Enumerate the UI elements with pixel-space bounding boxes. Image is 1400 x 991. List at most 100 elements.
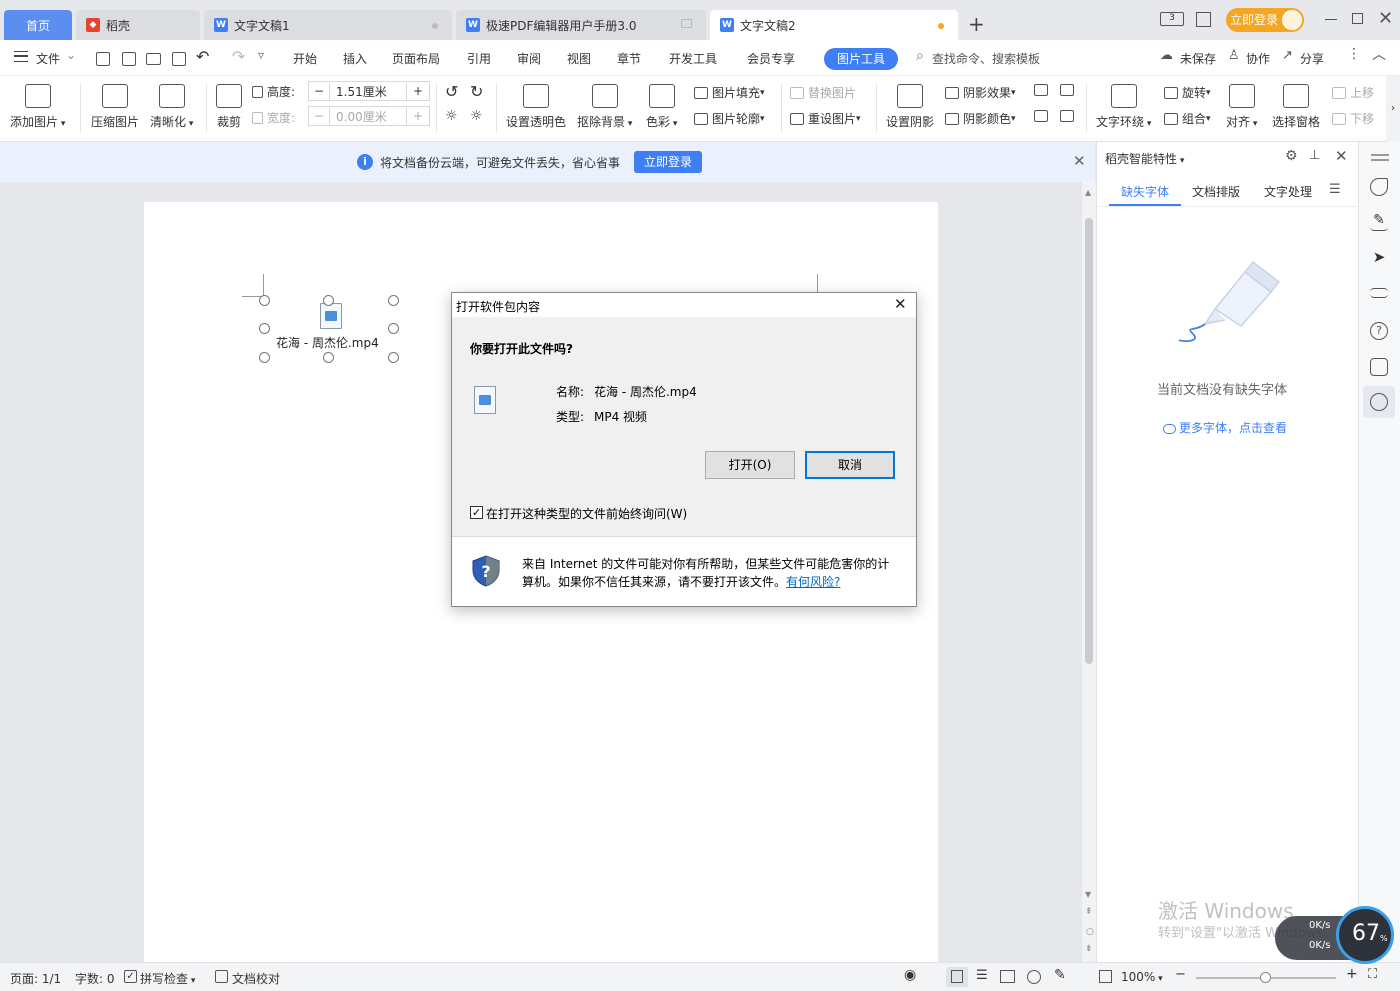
open-button[interactable]: 打开(O) bbox=[705, 451, 795, 479]
menu-layout[interactable]: 页面布局 bbox=[392, 50, 440, 67]
web-view-icon[interactable] bbox=[1027, 970, 1041, 984]
tab-daoke[interactable]: ◆ 稻壳 bbox=[76, 10, 200, 40]
customize-icon[interactable]: ▿ bbox=[258, 48, 264, 62]
spell-check[interactable]: 拼写检查 ▾ bbox=[140, 970, 195, 987]
add-picture-button[interactable]: 添加图片 ▾ bbox=[10, 82, 65, 130]
resize-handle[interactable] bbox=[323, 295, 334, 306]
crop-button[interactable]: 裁剪 bbox=[216, 82, 242, 130]
fit-page-icon[interactable] bbox=[1099, 970, 1112, 983]
resize-handle[interactable] bbox=[259, 352, 270, 363]
redo-icon[interactable]: ↷ bbox=[232, 47, 245, 66]
shadow-right-icon[interactable] bbox=[1060, 110, 1078, 122]
resize-handle[interactable] bbox=[388, 295, 399, 306]
rotate-right-icon[interactable]: ↻ bbox=[470, 82, 483, 101]
plus-icon[interactable]: + bbox=[407, 109, 429, 123]
select-browse-icon[interactable]: ○ bbox=[1086, 927, 1094, 937]
zoom-level[interactable]: 100% ▾ bbox=[1121, 970, 1163, 984]
sliders-icon[interactable] bbox=[1370, 288, 1388, 298]
tab-home[interactable]: 首页 bbox=[4, 10, 72, 40]
proofread[interactable]: 文档校对 bbox=[232, 970, 280, 987]
dialog-titlebar[interactable]: 打开软件包内容 ✕ bbox=[452, 293, 916, 317]
menu-start[interactable]: 开始 bbox=[293, 50, 317, 67]
always-ask-label[interactable]: 在打开这种类型的文件前始终询问(W) bbox=[486, 505, 687, 522]
tab-doc2[interactable]: W 文字文稿2 bbox=[710, 10, 958, 40]
menu-chapter[interactable]: 章节 bbox=[617, 50, 641, 67]
cancel-button[interactable]: 取消 bbox=[805, 451, 895, 479]
sharpen-button[interactable]: 清晰化 ▾ bbox=[150, 82, 193, 130]
screen-icon[interactable]: 3 bbox=[1160, 12, 1184, 26]
rocket-icon[interactable] bbox=[1370, 178, 1388, 196]
panel-title[interactable]: 稻壳智能特性 ▾ bbox=[1105, 150, 1184, 167]
plus-icon[interactable]: + bbox=[407, 84, 429, 98]
menu-view[interactable]: 视图 bbox=[567, 50, 591, 67]
write-mode-icon[interactable]: ✎ bbox=[1054, 967, 1066, 983]
risk-link[interactable]: 有何风险? bbox=[786, 575, 840, 589]
more-fonts-link[interactable]: 更多字体，点击查看 bbox=[1163, 419, 1287, 436]
width-stepper[interactable]: − 0.00厘米 + bbox=[308, 106, 430, 126]
resize-handle[interactable] bbox=[388, 323, 399, 334]
notice-login-button[interactable]: 立即登录 bbox=[634, 151, 702, 173]
close-notice-icon[interactable]: ✕ bbox=[1073, 152, 1086, 170]
select-pane-button[interactable]: 选择窗格 bbox=[1272, 82, 1320, 130]
share-button[interactable]: 分享 bbox=[1300, 50, 1324, 67]
login-button[interactable]: 立即登录 bbox=[1226, 8, 1304, 32]
move-up-button[interactable]: 上移 bbox=[1332, 84, 1374, 101]
minus-icon[interactable]: − bbox=[309, 109, 329, 123]
fill-button[interactable]: 图片填充 ▾ bbox=[694, 84, 765, 101]
help-icon[interactable]: ? bbox=[1370, 322, 1388, 340]
align-button[interactable]: 对齐 ▾ bbox=[1226, 82, 1257, 130]
color-button[interactable]: 色彩 ▾ bbox=[646, 82, 677, 130]
chevron-down-icon[interactable]: ⌄ bbox=[66, 48, 76, 62]
prev-page-icon[interactable]: ⇞ bbox=[1085, 907, 1093, 917]
cursor-icon[interactable]: ➤ bbox=[1370, 248, 1388, 266]
embedded-video-object[interactable]: 花海 - 周杰伦.mp4 bbox=[258, 295, 399, 363]
outline-button[interactable]: 图片轮廓 ▾ bbox=[694, 110, 765, 127]
settings-icon[interactable]: ⚙ bbox=[1285, 148, 1298, 164]
wrap-button[interactable]: 文字环绕 ▾ bbox=[1096, 82, 1151, 130]
zoom-slider-thumb[interactable] bbox=[1260, 972, 1271, 983]
shadow-left-icon[interactable] bbox=[1034, 110, 1052, 122]
unsaved-status[interactable]: 未保存 bbox=[1180, 50, 1216, 67]
close-panel-icon[interactable]: ✕ bbox=[1335, 147, 1348, 165]
replace-button[interactable]: 替换图片 bbox=[790, 84, 856, 101]
page-view-icon[interactable] bbox=[951, 970, 963, 983]
remove-bg-button[interactable]: 抠除背景 ▾ bbox=[577, 82, 632, 130]
collab-button[interactable]: 协作 bbox=[1246, 50, 1270, 67]
print-icon[interactable] bbox=[146, 53, 161, 65]
menu-insert[interactable]: 插入 bbox=[343, 50, 367, 67]
resize-handle[interactable] bbox=[259, 295, 270, 306]
menu-review[interactable]: 审阅 bbox=[517, 50, 541, 67]
zoom-out-icon[interactable]: − bbox=[1175, 967, 1186, 982]
minus-icon[interactable]: − bbox=[309, 84, 329, 98]
rotate-left-icon[interactable]: ↺ bbox=[445, 82, 458, 101]
tab-doc-layout[interactable]: 文档排版 bbox=[1192, 183, 1240, 200]
tab-doc1[interactable]: W 文字文稿1 bbox=[204, 10, 452, 40]
resize-handle[interactable] bbox=[259, 323, 270, 334]
pin-icon[interactable]: ⊥ bbox=[1309, 148, 1320, 163]
new-tab-icon[interactable]: + bbox=[968, 12, 985, 36]
tab-picture-tools[interactable]: 图片工具 bbox=[824, 48, 898, 70]
close-window-icon[interactable]: ✕ bbox=[1378, 8, 1393, 29]
height-stepper[interactable]: − 1.51厘米 + bbox=[308, 81, 430, 101]
brightness-icon[interactable]: ☼ bbox=[445, 108, 458, 124]
zoom-in-icon[interactable]: + bbox=[1346, 966, 1358, 982]
minimize-icon[interactable] bbox=[1325, 19, 1337, 21]
scroll-thumb[interactable] bbox=[1085, 218, 1093, 664]
contrast-icon[interactable]: ☼ bbox=[470, 108, 483, 124]
page-indicator[interactable]: 页面: 1/1 bbox=[10, 970, 61, 987]
robot-icon[interactable] bbox=[1370, 358, 1388, 376]
shadow-color-button[interactable]: 阴影颜色 ▾ bbox=[945, 110, 1016, 127]
scroll-up-icon[interactable]: ▲ bbox=[1085, 188, 1091, 197]
rotate-button[interactable]: 旋转 ▾ bbox=[1164, 84, 1211, 101]
always-ask-checkbox[interactable]: ✓ bbox=[470, 506, 483, 519]
ribbon-scroll-right[interactable]: › bbox=[1386, 76, 1400, 142]
panel-menu-icon[interactable]: ☰ bbox=[1329, 182, 1341, 197]
shadow-set-button[interactable]: 设置阴影 bbox=[886, 82, 934, 130]
command-search[interactable]: 查找命令、搜索模板 bbox=[932, 50, 1040, 67]
group-button[interactable]: 组合 ▾ bbox=[1164, 110, 1211, 127]
undo-icon[interactable]: ↶ bbox=[196, 47, 209, 66]
tab-missing-fonts[interactable]: 缺失字体 bbox=[1121, 183, 1169, 200]
resize-handle[interactable] bbox=[388, 352, 399, 363]
shadow-up-icon[interactable] bbox=[1034, 84, 1052, 96]
width-value[interactable]: 0.00厘米 bbox=[329, 107, 407, 125]
